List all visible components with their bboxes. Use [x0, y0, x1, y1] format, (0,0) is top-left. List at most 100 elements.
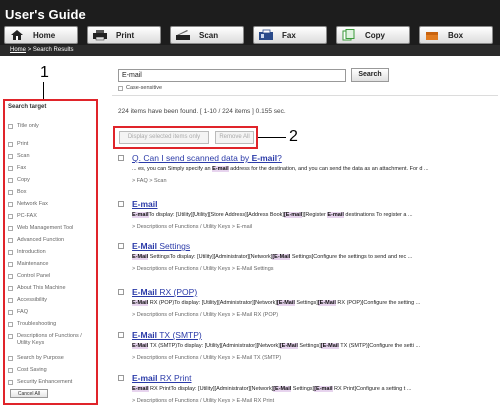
option-introduction[interactable]: Introduction — [8, 249, 46, 258]
checkbox[interactable] — [8, 356, 13, 361]
checkbox[interactable] — [8, 238, 13, 243]
checkbox[interactable] — [8, 226, 13, 231]
checkbox[interactable] — [8, 154, 13, 159]
checkbox[interactable] — [8, 298, 13, 303]
cancel-all-button[interactable]: Cancel All — [10, 389, 48, 398]
checkbox[interactable] — [8, 166, 13, 171]
checkbox[interactable] — [8, 202, 13, 207]
result-title-link[interactable]: E-mail — [132, 199, 158, 209]
nav-box-button[interactable]: Box — [419, 26, 493, 44]
checkbox[interactable] — [8, 178, 13, 183]
nav-scan-button[interactable]: Scan — [170, 26, 244, 44]
result-title-link[interactable]: E-Mail TX (SMTP) — [132, 330, 202, 340]
option-cost-saving[interactable]: Cost Saving — [8, 367, 47, 376]
search-target-title: Search target — [8, 104, 47, 110]
result-checkbox[interactable] — [118, 243, 124, 249]
home-icon — [9, 29, 25, 41]
option-maintenance[interactable]: Maintenance — [8, 261, 49, 270]
callout-2-label: 2 — [289, 128, 298, 145]
option-about-this-machine[interactable]: About This Machine — [8, 285, 66, 294]
checkbox[interactable] — [8, 322, 13, 327]
checkbox[interactable] — [8, 274, 13, 279]
case-sensitive-checkbox[interactable] — [118, 85, 123, 91]
search-input[interactable]: E-mail — [118, 69, 346, 82]
checkbox[interactable] — [8, 380, 13, 385]
option-title-only[interactable]: Title only — [8, 123, 39, 132]
display-selected-button[interactable]: Display selected items only — [119, 131, 209, 144]
option-print[interactable]: Print — [8, 141, 28, 150]
option-pc-fax[interactable]: PC-FAX — [8, 213, 37, 222]
nav-copy-label: Copy — [365, 30, 385, 40]
checkbox[interactable] — [8, 190, 13, 195]
nav-print-label: Print — [116, 30, 135, 40]
divider — [112, 95, 498, 96]
remove-all-button[interactable]: Remove All — [215, 131, 254, 144]
option-fax[interactable]: Fax — [8, 165, 26, 174]
nav-copy-button[interactable]: Copy — [336, 26, 410, 44]
result-checkbox[interactable] — [118, 375, 124, 381]
option-search-by-purpose[interactable]: Search by Purpose — [8, 355, 64, 364]
checkbox[interactable] — [8, 334, 13, 339]
result-title-link[interactable]: Q. Can I send scanned data by E-mail? — [132, 153, 282, 163]
result-title-link[interactable]: E-Mail Settings — [132, 241, 190, 251]
result-path: > Descriptions of Functions / Utility Ke… — [132, 312, 279, 318]
breadcrumb-current: Search Results — [32, 47, 74, 53]
case-sensitive-label: Case-sensitive — [126, 85, 163, 91]
result-checkbox[interactable] — [118, 289, 124, 295]
nav-scan-label: Scan — [199, 30, 219, 40]
result-snippet: E-Mail SettingsTo display: [Utility][Adm… — [132, 254, 413, 260]
app-title: User's Guide — [5, 7, 86, 22]
checkbox[interactable] — [8, 214, 13, 219]
result-checkbox[interactable] — [118, 332, 124, 338]
copy-icon — [341, 29, 357, 41]
option-troubleshooting[interactable]: Troubleshooting — [8, 321, 56, 330]
option-box[interactable]: Box — [8, 189, 26, 198]
option-web-management-tool[interactable]: Web Management Tool — [8, 225, 73, 234]
nav-home-label: Home — [33, 30, 56, 40]
option-control-panel[interactable]: Control Panel — [8, 273, 50, 282]
callout-2-line — [258, 137, 286, 138]
result-path: > Descriptions of Functions / Utility Ke… — [132, 355, 282, 361]
result-snippet: E-mail RX PrintTo display: [Utility][Adm… — [132, 386, 412, 392]
result-title-link[interactable]: E-Mail RX (POP) — [132, 287, 197, 297]
result-snippet: E-Mail TX (SMTP)To display: [Utility][Ad… — [132, 343, 421, 349]
callout-1-line — [43, 82, 44, 99]
nav-print-button[interactable]: Print — [87, 26, 161, 44]
checkbox[interactable] — [8, 368, 13, 373]
result-checkbox[interactable] — [118, 155, 124, 161]
case-sensitive-option[interactable]: Case-sensitive — [118, 85, 162, 91]
option-advanced-function[interactable]: Advanced Function — [8, 237, 64, 246]
option-scan[interactable]: Scan — [8, 153, 30, 162]
result-snippet: E-mailTo display: [Utility][Utility][Sto… — [132, 212, 413, 218]
option-faq[interactable]: FAQ — [8, 309, 28, 318]
callout-1-label: 1 — [40, 64, 49, 81]
search-button[interactable]: Search — [351, 68, 389, 82]
checkbox[interactable] — [8, 250, 13, 255]
results-count: 224 items have been found. [ 1-10 / 224 … — [118, 108, 286, 115]
nav-fax-button[interactable]: Fax — [253, 26, 327, 44]
nav-home-button[interactable]: Home — [4, 26, 78, 44]
breadcrumb-home-link[interactable]: Home — [10, 47, 26, 53]
result-path: > Descriptions of Functions / Utility Ke… — [132, 398, 275, 404]
search-target-panel: Search target Title only Print Scan Fax … — [3, 99, 98, 405]
checkbox[interactable] — [8, 310, 13, 315]
option-copy[interactable]: Copy — [8, 177, 30, 186]
checkbox[interactable] — [8, 142, 13, 147]
checkbox[interactable] — [8, 124, 13, 129]
option-accessibility[interactable]: Accessibility — [8, 297, 47, 306]
result-path: > Descriptions of Functions / Utility Ke… — [132, 266, 274, 272]
option-security-enhancement[interactable]: Security Enhancement — [8, 379, 72, 388]
box-icon — [424, 29, 440, 41]
result-path: > Descriptions of Functions / Utility Ke… — [132, 224, 253, 230]
result-snippet: ... es, you can Simply specify an E-mail… — [132, 166, 429, 172]
option-descriptions-of-functions[interactable]: Descriptions of Functions / Utility Keys — [8, 333, 94, 349]
scanner-icon — [175, 29, 191, 41]
result-checkbox[interactable] — [118, 201, 124, 207]
checkbox[interactable] — [8, 262, 13, 267]
checkbox[interactable] — [8, 286, 13, 291]
breadcrumb: Home > Search Results — [0, 45, 500, 56]
printer-icon — [92, 29, 108, 41]
result-title-link[interactable]: E-mail RX Print — [132, 373, 192, 383]
option-network-fax[interactable]: Network Fax — [8, 201, 48, 210]
result-snippet: E-Mail RX (POP)To display: [Utility][Adm… — [132, 300, 421, 306]
